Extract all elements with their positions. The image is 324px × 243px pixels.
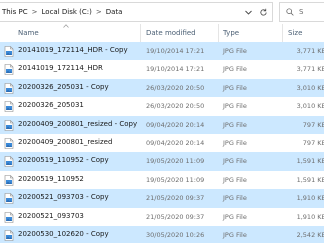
search-placeholder: S [299, 8, 304, 16]
column-divider[interactable] [218, 24, 219, 42]
file-size: 1,591 KB [296, 175, 324, 184]
file-type: JPG File [223, 65, 247, 74]
sort-arrow-icon [63, 24, 69, 30]
jpg-file-icon [4, 230, 14, 241]
chevron-down-icon [244, 10, 252, 15]
file-date-modified: 21/05/2020 09:37 [146, 212, 205, 221]
file-name[interactable]: 20200521_093703 [18, 212, 84, 220]
file-row[interactable]: 20200521_093703 - Copy 21/05/2020 09:37 JP… [0, 189, 324, 208]
file-type: JPG File [223, 157, 247, 166]
refresh-button[interactable] [256, 6, 270, 19]
file-date-modified: 21/05/2020 09:37 [146, 194, 205, 203]
file-type: JPG File [223, 212, 247, 221]
file-list: 20141019_172114_HDR - Copy 19/10/2014 17:… [0, 42, 324, 243]
file-type: JPG File [223, 120, 247, 129]
column-divider[interactable] [140, 24, 141, 42]
file-type: JPG File [223, 47, 247, 55]
file-date-modified: 26/03/2020 20:50 [146, 102, 205, 111]
file-date-modified: 19/05/2020 11:09 [146, 175, 205, 184]
jpg-file-icon [4, 211, 14, 223]
file-size: 2,542 KB [296, 230, 324, 239]
file-name[interactable]: 20200530_102620 - Copy [18, 230, 109, 238]
file-date-modified: 09/04/2020 20:14 [146, 120, 205, 129]
file-date-modified: 19/10/2014 17:21 [146, 47, 205, 55]
file-size: 3,771 KB [296, 47, 324, 55]
jpg-file-icon [4, 119, 14, 131]
breadcrumb-data[interactable]: Data [106, 8, 123, 16]
search-input[interactable]: S [279, 2, 324, 22]
file-size: 3,010 KB [296, 102, 324, 111]
file-type: JPG File [223, 102, 247, 111]
file-size: 3,771 KB [296, 65, 324, 74]
file-type: JPG File [223, 194, 247, 203]
file-row[interactable]: 20141019_172114_HDR - Copy 19/10/2014 17:… [0, 42, 324, 61]
file-size: 797 KB [302, 120, 324, 129]
column-header-row: Name Date modified Type Size [0, 24, 324, 42]
column-header-date-modified[interactable]: Date modified [146, 29, 196, 37]
file-name[interactable]: 20200409_200801_resized - Copy [18, 120, 137, 128]
file-type: JPG File [223, 175, 247, 184]
file-name[interactable]: 20200519_110952 - Copy [18, 156, 109, 164]
file-row[interactable]: 20200519_110952 19/05/2020 11:09 JPG File 1… [0, 171, 324, 189]
jpg-file-icon [4, 156, 14, 168]
address-row: This PC > Local Disk (C:) > Data S [0, 0, 324, 24]
column-header-type[interactable]: Type [223, 29, 239, 37]
file-row[interactable]: 20200521_093703 21/05/2020 09:37 JPG File 1… [0, 208, 324, 226]
file-row[interactable]: 20200326_205031 26/03/2020 20:50 JPG File 3… [0, 97, 324, 115]
refresh-icon [259, 8, 267, 16]
jpg-file-icon [4, 174, 14, 186]
jpg-file-icon [4, 46, 14, 57]
file-row[interactable]: 20200530_102620 - Copy 30/05/2020 10:26 JP… [0, 225, 324, 243]
address-bar[interactable]: This PC > Local Disk (C:) > Data [0, 2, 273, 22]
file-date-modified: 19/05/2020 11:09 [146, 157, 205, 166]
file-size: 1,910 KB [296, 194, 324, 203]
file-row[interactable]: 20200409_200801_resized 09/04/2020 20:14 J… [0, 134, 324, 152]
file-type: JPG File [223, 230, 247, 239]
file-name[interactable]: 20141019_172114_HDR - Copy [18, 46, 128, 54]
breadcrumb-this-pc[interactable]: This PC [2, 8, 28, 16]
file-size: 797 KB [302, 138, 324, 147]
file-name[interactable]: 20200409_200801_resized [18, 138, 112, 146]
file-name[interactable]: 20200521_093703 - Copy [18, 193, 109, 201]
file-row[interactable]: 20200326_205031 - Copy 26/03/2020 20:50 JP… [0, 78, 324, 98]
jpg-file-icon [4, 101, 14, 112]
file-name[interactable]: 20200519_110952 [18, 175, 84, 183]
file-name[interactable]: 20200326_205031 - Copy [18, 83, 109, 91]
breadcrumb-separator[interactable]: > [96, 8, 102, 16]
file-row[interactable]: 20200409_200801_resized - Copy 09/04/2020… [0, 115, 324, 134]
jpg-file-icon [4, 193, 14, 204]
column-divider[interactable] [282, 24, 283, 42]
file-size: 1,591 KB [296, 157, 324, 166]
address-history-button[interactable] [242, 6, 254, 19]
file-type: JPG File [223, 138, 247, 147]
file-size: 3,010 KB [296, 83, 324, 92]
file-name[interactable]: 20141019_172114_HDR [18, 64, 103, 72]
breadcrumb-local-disk[interactable]: Local Disk (C:) [42, 8, 92, 16]
file-date-modified: 30/05/2020 10:26 [146, 230, 205, 239]
file-date-modified: 26/03/2020 20:50 [146, 83, 205, 92]
column-header-name[interactable]: Name [18, 29, 39, 37]
file-name[interactable]: 20200326_205031 [18, 101, 84, 109]
jpg-file-icon [4, 64, 14, 76]
file-date-modified: 09/04/2020 20:14 [146, 138, 205, 147]
file-row[interactable]: 20141019_172114_HDR 19/10/2014 17:21 JPG F… [0, 60, 324, 78]
file-date-modified: 19/10/2014 17:21 [146, 65, 205, 74]
breadcrumb-separator[interactable]: > [32, 8, 38, 16]
file-size: 1,910 KB [296, 212, 324, 221]
jpg-file-icon [4, 138, 14, 149]
file-type: JPG File [223, 83, 247, 92]
file-row[interactable]: 20200519_110952 - Copy 19/05/2020 11:09 JP… [0, 152, 324, 171]
jpg-file-icon [4, 82, 14, 94]
search-icon [286, 8, 294, 16]
column-header-size[interactable]: Size [288, 29, 302, 37]
